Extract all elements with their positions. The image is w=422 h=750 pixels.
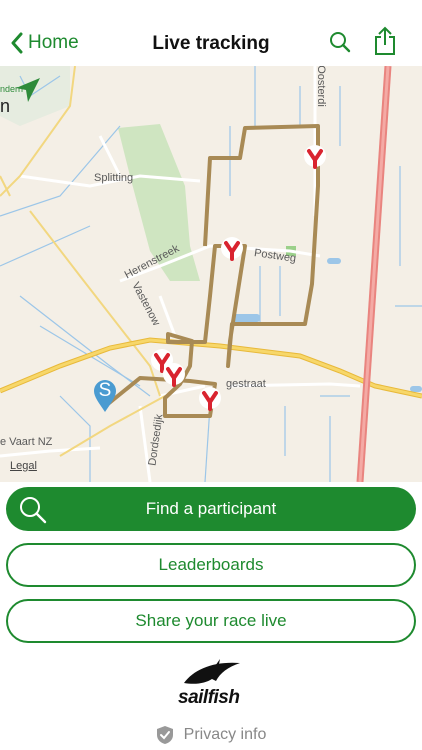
page-title: Live tracking — [152, 33, 270, 54]
map-label: e Vaart NZ — [0, 436, 53, 448]
privacy-link[interactable]: Privacy info — [0, 725, 422, 745]
participant-marker-icon[interactable] — [162, 362, 186, 392]
pond — [410, 386, 422, 392]
search-button[interactable] — [328, 30, 352, 59]
start-marker-label: S — [98, 380, 112, 401]
shield-check-icon — [156, 726, 173, 744]
motorway-inner — [358, 66, 390, 482]
share-race-label: Share your race live — [135, 611, 287, 630]
share-button[interactable] — [373, 26, 397, 61]
pond — [327, 258, 341, 264]
map-view[interactable]: Splitting Herenstreek Vastenow Postweg g… — [0, 66, 422, 482]
map-canvas — [0, 66, 422, 482]
participant-marker-icon[interactable] — [198, 386, 222, 416]
leaderboards-label: Leaderboards — [158, 555, 264, 574]
map-label: Splitting — [94, 172, 134, 184]
legal-link[interactable]: Legal — [10, 460, 37, 472]
map-label: Oosterdi — [314, 66, 327, 107]
map-label: n — [0, 96, 11, 116]
privacy-label: Privacy info — [183, 726, 267, 743]
participant-marker-icon[interactable] — [303, 144, 327, 174]
search-icon — [330, 32, 351, 53]
share-icon — [375, 26, 395, 55]
find-participant-label: Find a participant — [145, 499, 277, 518]
sailfish-logo: sailfish — [176, 657, 246, 718]
share-race-button[interactable]: Share your race live — [6, 599, 416, 643]
location-arrow-icon[interactable] — [14, 76, 42, 104]
map-label: gestraat — [226, 378, 266, 390]
logo-text: sailfish — [178, 687, 240, 708]
find-participant-button[interactable]: Find a participant — [6, 487, 416, 531]
leaderboards-button[interactable]: Leaderboards — [6, 543, 416, 587]
header: Home Live tracking — [0, 0, 422, 66]
pond — [232, 314, 260, 322]
search-icon — [20, 497, 47, 524]
start-marker[interactable]: S — [93, 379, 117, 413]
participant-marker-icon[interactable] — [220, 236, 244, 266]
